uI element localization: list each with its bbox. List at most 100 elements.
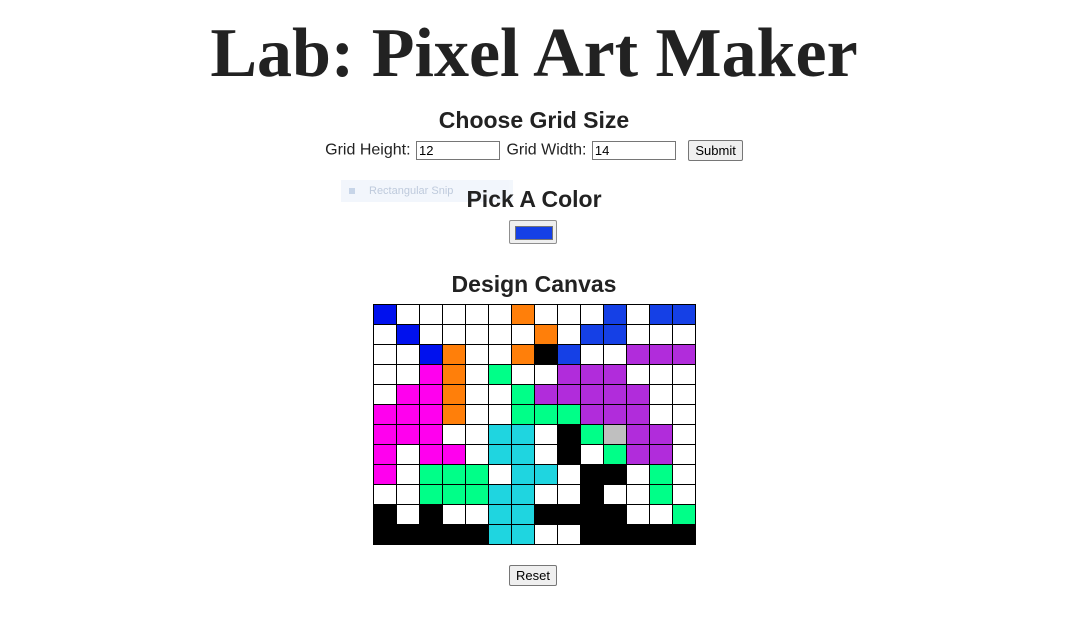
canvas-cell[interactable]	[488, 404, 512, 425]
canvas-cell[interactable]	[442, 324, 466, 345]
canvas-cell[interactable]	[603, 324, 627, 345]
canvas-cell[interactable]	[534, 424, 558, 445]
canvas-cell[interactable]	[511, 524, 535, 545]
canvas-cell[interactable]	[580, 304, 604, 325]
canvas-cell[interactable]	[557, 464, 581, 485]
canvas-cell[interactable]	[373, 504, 397, 525]
canvas-cell[interactable]	[511, 364, 535, 385]
canvas-cell[interactable]	[442, 464, 466, 485]
canvas-cell[interactable]	[465, 364, 489, 385]
canvas-cell[interactable]	[557, 324, 581, 345]
canvas-cell[interactable]	[396, 424, 420, 445]
canvas-cell[interactable]	[580, 344, 604, 365]
canvas-cell[interactable]	[649, 424, 673, 445]
canvas-cell[interactable]	[626, 424, 650, 445]
canvas-cell[interactable]	[396, 484, 420, 505]
canvas-cell[interactable]	[419, 384, 443, 405]
canvas-cell[interactable]	[465, 344, 489, 365]
canvas-cell[interactable]	[465, 424, 489, 445]
canvas-cell[interactable]	[396, 524, 420, 545]
canvas-cell[interactable]	[580, 504, 604, 525]
canvas-cell[interactable]	[626, 384, 650, 405]
canvas-cell[interactable]	[672, 484, 696, 505]
canvas-cell[interactable]	[373, 304, 397, 325]
canvas-cell[interactable]	[603, 364, 627, 385]
canvas-cell[interactable]	[419, 324, 443, 345]
canvas-cell[interactable]	[488, 524, 512, 545]
canvas-cell[interactable]	[557, 404, 581, 425]
canvas-cell[interactable]	[442, 444, 466, 465]
canvas-cell[interactable]	[511, 344, 535, 365]
canvas-cell[interactable]	[511, 504, 535, 525]
canvas-cell[interactable]	[488, 424, 512, 445]
canvas-cell[interactable]	[396, 504, 420, 525]
canvas-cell[interactable]	[396, 304, 420, 325]
canvas-cell[interactable]	[649, 364, 673, 385]
canvas-cell[interactable]	[511, 324, 535, 345]
canvas-cell[interactable]	[373, 524, 397, 545]
canvas-cell[interactable]	[557, 444, 581, 465]
canvas-cell[interactable]	[649, 524, 673, 545]
canvas-cell[interactable]	[534, 464, 558, 485]
canvas-cell[interactable]	[442, 524, 466, 545]
canvas-cell[interactable]	[534, 304, 558, 325]
canvas-cell[interactable]	[511, 304, 535, 325]
canvas-cell[interactable]	[488, 464, 512, 485]
canvas-cell[interactable]	[603, 504, 627, 525]
canvas-cell[interactable]	[649, 484, 673, 505]
canvas-cell[interactable]	[672, 424, 696, 445]
canvas-cell[interactable]	[672, 324, 696, 345]
canvas-cell[interactable]	[488, 444, 512, 465]
canvas-cell[interactable]	[488, 504, 512, 525]
canvas-cell[interactable]	[442, 484, 466, 505]
canvas-cell[interactable]	[672, 464, 696, 485]
canvas-cell[interactable]	[603, 344, 627, 365]
canvas-cell[interactable]	[419, 344, 443, 365]
canvas-cell[interactable]	[465, 524, 489, 545]
canvas-cell[interactable]	[465, 324, 489, 345]
canvas-cell[interactable]	[626, 444, 650, 465]
color-picker[interactable]	[509, 220, 557, 244]
canvas-cell[interactable]	[488, 304, 512, 325]
canvas-cell[interactable]	[649, 504, 673, 525]
canvas-cell[interactable]	[534, 404, 558, 425]
canvas-cell[interactable]	[649, 404, 673, 425]
canvas-cell[interactable]	[626, 464, 650, 485]
grid-height-input[interactable]	[415, 141, 500, 160]
canvas-cell[interactable]	[580, 424, 604, 445]
canvas-cell[interactable]	[442, 404, 466, 425]
canvas-cell[interactable]	[419, 504, 443, 525]
canvas-cell[interactable]	[396, 404, 420, 425]
canvas-cell[interactable]	[580, 324, 604, 345]
canvas-cell[interactable]	[442, 504, 466, 525]
canvas-cell[interactable]	[488, 364, 512, 385]
canvas-cell[interactable]	[373, 344, 397, 365]
canvas-cell[interactable]	[396, 444, 420, 465]
canvas-cell[interactable]	[580, 484, 604, 505]
canvas-cell[interactable]	[557, 484, 581, 505]
canvas-cell[interactable]	[511, 464, 535, 485]
canvas-cell[interactable]	[557, 304, 581, 325]
canvas-cell[interactable]	[396, 384, 420, 405]
canvas-cell[interactable]	[603, 404, 627, 425]
canvas-cell[interactable]	[557, 344, 581, 365]
canvas-cell[interactable]	[396, 364, 420, 385]
canvas-cell[interactable]	[557, 524, 581, 545]
canvas-cell[interactable]	[442, 424, 466, 445]
canvas-cell[interactable]	[672, 404, 696, 425]
canvas-cell[interactable]	[626, 484, 650, 505]
canvas-cell[interactable]	[373, 364, 397, 385]
canvas-cell[interactable]	[603, 424, 627, 445]
canvas-cell[interactable]	[557, 424, 581, 445]
canvas-cell[interactable]	[580, 464, 604, 485]
canvas-cell[interactable]	[511, 404, 535, 425]
canvas-cell[interactable]	[672, 344, 696, 365]
canvas-cell[interactable]	[534, 504, 558, 525]
canvas-cell[interactable]	[626, 524, 650, 545]
canvas-cell[interactable]	[672, 364, 696, 385]
canvas-cell[interactable]	[419, 424, 443, 445]
canvas-cell[interactable]	[419, 444, 443, 465]
canvas-cell[interactable]	[442, 304, 466, 325]
canvas-cell[interactable]	[373, 464, 397, 485]
canvas-cell[interactable]	[511, 384, 535, 405]
